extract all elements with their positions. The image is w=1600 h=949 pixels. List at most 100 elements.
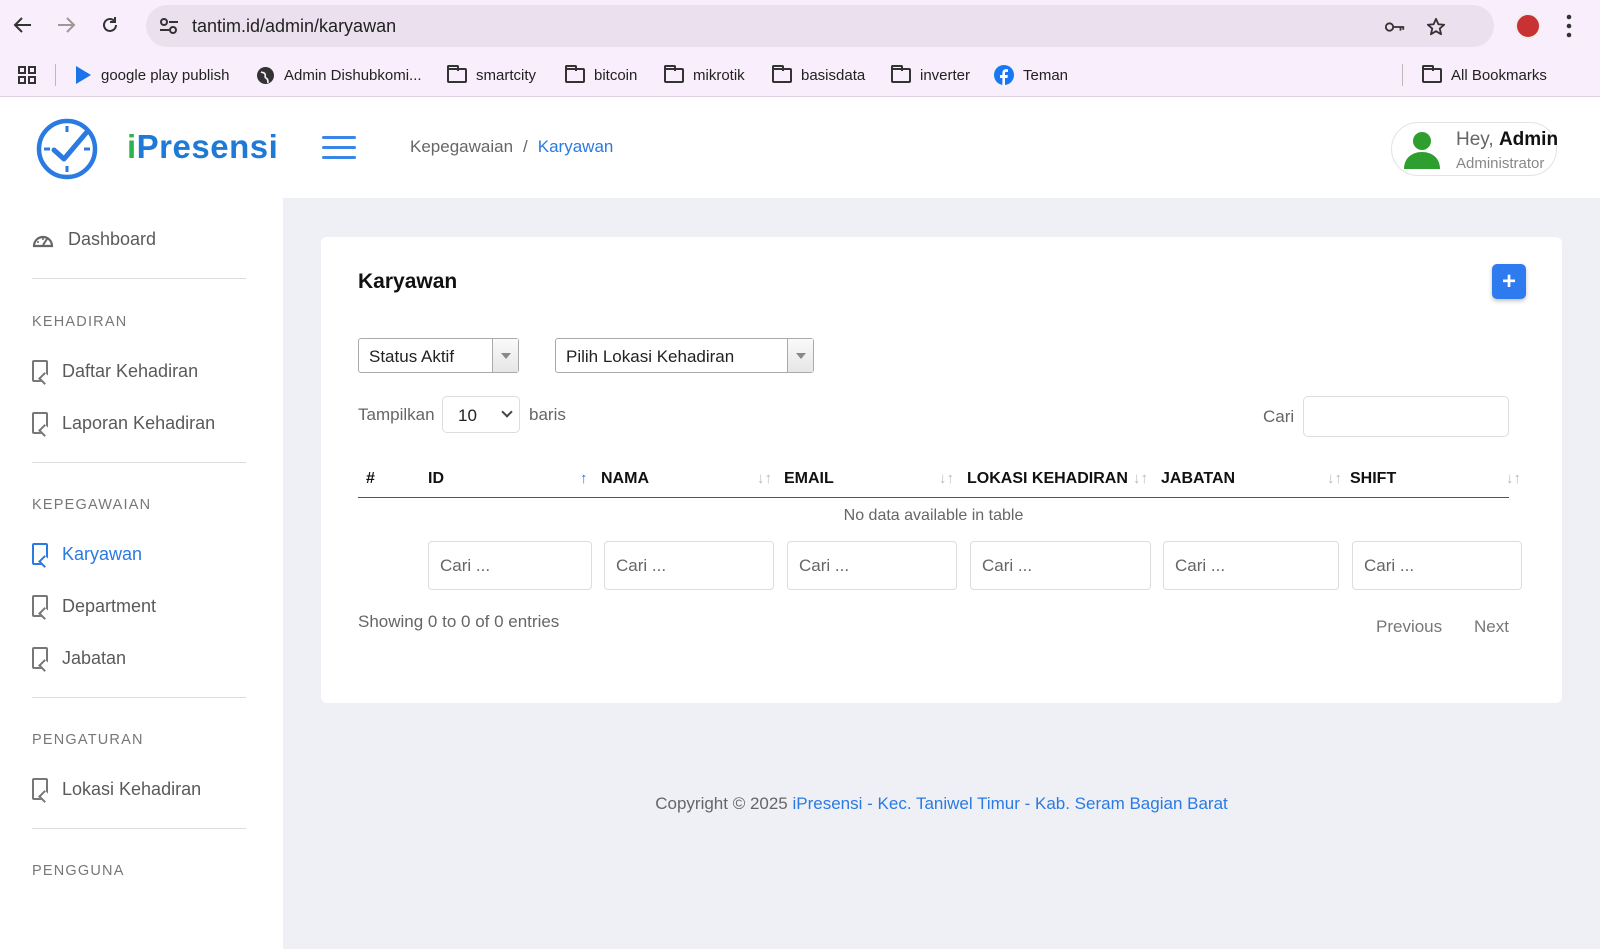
play-icon [76, 66, 91, 84]
status-filter-select[interactable]: Status Aktif [358, 338, 519, 373]
user-role: Administrator [1456, 155, 1545, 172]
reload-icon[interactable] [97, 12, 123, 38]
sort-ascending-icon[interactable]: ↑ [580, 470, 588, 487]
folder-icon [565, 64, 585, 83]
footer-link[interactable]: iPresensi - Kec. Taniwel Timur - Kab. Se… [793, 794, 1228, 813]
document-icon [32, 595, 48, 617]
lokasi-filter-select[interactable]: Pilih Lokasi Kehadiran [555, 338, 814, 373]
app-logo-text[interactable]: iPresensi [127, 128, 278, 166]
document-icon [32, 360, 48, 382]
status-filter-value: Status Aktif [369, 347, 455, 366]
jabatan-column-filter[interactable]: Cari ... [1163, 541, 1339, 590]
length-prefix-label: Tampilkan [358, 405, 435, 424]
clock-check-logo-icon[interactable] [34, 114, 100, 180]
sort-both-icon[interactable]: ↓↑ [757, 470, 772, 487]
table-info: Showing 0 to 0 of 0 entries [358, 612, 560, 631]
sort-both-icon[interactable]: ↓↑ [939, 470, 954, 487]
bookmark-label: google play publish [101, 66, 230, 84]
next-page-button[interactable]: Next [1474, 617, 1509, 637]
bookmark-admin-dishubkomi[interactable]: Admin Dishubkomi... [256, 64, 422, 86]
previous-page-button[interactable]: Previous [1376, 617, 1442, 637]
page-length-select[interactable]: 10 [442, 396, 520, 433]
document-icon [32, 412, 48, 434]
breadcrumb-parent[interactable]: Kepegawaian [410, 137, 513, 156]
folder-icon [1422, 64, 1442, 83]
sidebar-item-dashboard[interactable]: Dashboard [32, 229, 156, 250]
sidebar-item-label: Lokasi Kehadiran [62, 778, 202, 799]
karyawan-card: Karyawan + Status Aktif Pilih Lokasi Keh… [321, 237, 1562, 703]
site-settings-icon[interactable] [158, 16, 180, 36]
document-icon [32, 647, 48, 669]
bookmark-inverter[interactable]: inverter [891, 64, 970, 86]
back-arrow-icon[interactable] [10, 12, 36, 38]
forward-arrow-icon[interactable] [53, 12, 79, 38]
bookmark-label: inverter [920, 66, 971, 84]
sidebar-item-lokasi-kehadiran[interactable]: Lokasi Kehadiran [32, 778, 201, 800]
bookmark-basisdata[interactable]: basisdata [772, 64, 865, 86]
id-column-filter[interactable]: Cari ... [428, 541, 592, 590]
sidebar-item-label: Dashboard [68, 229, 157, 249]
dashboard-gauge-icon [32, 235, 54, 247]
sidebar-item-jabatan[interactable]: Jabatan [32, 647, 126, 669]
address-bar[interactable]: tantim.id/admin/karyawan [146, 5, 1494, 47]
bookmark-separator [55, 64, 56, 86]
dropdown-arrow-icon [492, 339, 518, 372]
bookmarks-bar: google play publish Admin Dishubkomi... … [0, 60, 1600, 90]
sidebar-item-department[interactable]: Department [32, 595, 156, 617]
lokasi-column-filter[interactable]: Cari ... [970, 541, 1151, 590]
menu-toggle-icon[interactable] [322, 136, 356, 162]
table-search-input[interactable] [1303, 396, 1509, 437]
breadcrumb: Kepegawaian / Karyawan [410, 137, 613, 157]
sidebar-item-label: Laporan Kehadiran [62, 412, 216, 433]
sort-both-icon[interactable]: ↓↑ [1133, 470, 1148, 487]
apps-grid-icon[interactable] [18, 66, 37, 85]
column-header-jabatan[interactable]: JABATAN [1161, 470, 1235, 488]
sort-both-icon[interactable]: ↓↑ [1506, 470, 1521, 487]
table-header-divider [358, 497, 1509, 498]
nama-column-filter[interactable]: Cari ... [604, 541, 774, 590]
sidebar-item-laporan-kehadiran[interactable]: Laporan Kehadiran [32, 412, 215, 434]
breadcrumb-current: Karyawan [537, 137, 614, 156]
footer: Copyright © 2025 iPresensi - Kec. Taniwe… [283, 794, 1600, 814]
bookmark-smartcity[interactable]: smartcity [447, 64, 536, 86]
password-key-icon[interactable] [1384, 17, 1406, 37]
column-header-shift[interactable]: SHIFT [1350, 470, 1396, 488]
folder-icon [772, 64, 792, 83]
shift-column-filter[interactable]: Cari ... [1352, 541, 1522, 590]
browser-chrome: tantim.id/admin/karyawan google play pub… [0, 0, 1600, 97]
add-karyawan-button[interactable]: + [1492, 264, 1526, 299]
bookmark-label: basisdata [801, 66, 866, 84]
copyright-text: Copyright © 2025 [655, 794, 793, 813]
bookmark-teman[interactable]: Teman [994, 64, 1068, 86]
folder-icon [891, 64, 911, 83]
document-icon [32, 543, 48, 565]
all-bookmarks-button[interactable]: All Bookmarks [1422, 64, 1547, 86]
email-column-filter[interactable]: Cari ... [787, 541, 957, 590]
filter-placeholder: Cari ... [1364, 556, 1415, 575]
more-menu-icon[interactable] [1566, 13, 1572, 39]
bookmark-bitcoin[interactable]: bitcoin [565, 64, 637, 86]
sidebar-heading-kehadiran: KEHADIRAN [32, 314, 128, 330]
logo-wordmark: Presensi [136, 128, 279, 165]
sort-both-icon[interactable]: ↓↑ [1327, 470, 1342, 487]
bookmark-google-play-publish[interactable]: google play publish [74, 64, 229, 86]
bookmark-star-icon[interactable] [1425, 17, 1447, 37]
sidebar-item-karyawan[interactable]: Karyawan [32, 543, 142, 565]
bookmark-mikrotik[interactable]: mikrotik [664, 64, 745, 86]
url-text[interactable]: tantim.id/admin/karyawan [192, 16, 396, 37]
breadcrumb-separator: / [523, 137, 528, 156]
chevron-down-icon [501, 406, 513, 418]
profile-avatar-icon[interactable] [1515, 13, 1541, 39]
sidebar-divider [32, 697, 246, 698]
column-header-lokasi-kehadiran[interactable]: LOKASI KEHADIRAN [967, 470, 1128, 488]
user-greeting: Hey, Admin [1456, 129, 1558, 151]
sidebar-item-daftar-kehadiran[interactable]: Daftar Kehadiran [32, 360, 198, 382]
filter-placeholder: Cari ... [982, 556, 1033, 575]
sidebar-item-label: Karyawan [62, 543, 143, 564]
column-header-id[interactable]: ID [428, 470, 444, 488]
user-menu[interactable]: Hey, Admin Administrator [1391, 122, 1558, 176]
column-header-nama[interactable]: NAMA [601, 470, 649, 488]
column-header-email[interactable]: EMAIL [784, 470, 834, 488]
sidebar-divider [32, 462, 246, 463]
sidebar-divider [32, 828, 246, 829]
